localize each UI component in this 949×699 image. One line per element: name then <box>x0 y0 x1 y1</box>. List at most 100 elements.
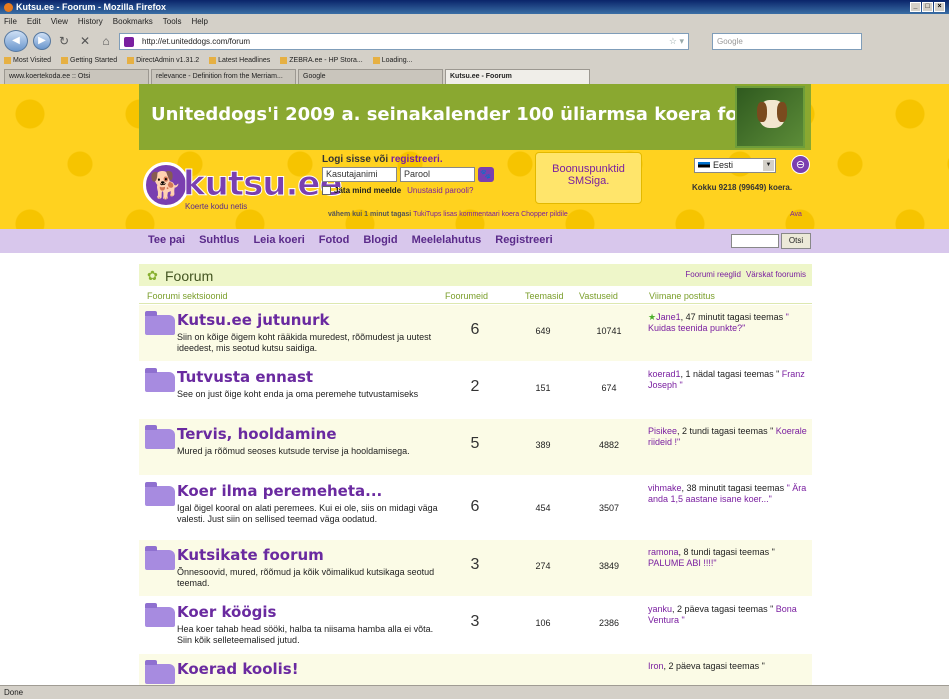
forum-name[interactable]: Kutsu.ee jutunurk <box>177 311 329 329</box>
menu-help[interactable]: Help <box>191 17 207 26</box>
forum-name[interactable]: Kutsikate foorum <box>177 546 324 564</box>
tab-koertekoda[interactable]: www.koertekoda.ee :: Otsi <box>4 69 149 84</box>
tab-google[interactable]: Google <box>298 69 443 84</box>
bookmark-item[interactable]: Getting Started <box>61 57 117 64</box>
last-post-user[interactable]: ramona <box>648 547 679 557</box>
forward-button[interactable]: ▶ <box>33 32 51 50</box>
ticker-time: vähem kui 1 minut tagasi <box>328 211 412 218</box>
tab-merriam[interactable]: relevance - Definition from the Merriam.… <box>151 69 296 84</box>
topic-count: 151 <box>535 383 551 393</box>
bookmarks-bar: Most Visited Getting Started DirectAdmin… <box>0 54 949 67</box>
forgot-password-link[interactable]: Unustasid parooli? <box>407 186 473 195</box>
web-search-input[interactable]: Google <box>712 32 862 50</box>
nav-fotod[interactable]: Fotod <box>319 234 350 246</box>
login-form: Logi sisse või registreeri. Kasutajanimi… <box>322 154 522 195</box>
web-page: Uniteddogs'i 2009 a. seinakalender 100 ü… <box>0 84 949 685</box>
bonus-points-button[interactable]: Boonuspunktid SMSiga. <box>535 152 642 204</box>
menu-bookmarks[interactable]: Bookmarks <box>113 17 153 26</box>
menu-view[interactable]: View <box>51 17 68 26</box>
url-bar[interactable]: http://et.uniteddogs.com/forum ☆ ▾ <box>119 32 689 50</box>
topic-count: 274 <box>535 561 551 571</box>
bookmark-item[interactable]: Most Visited <box>4 57 51 64</box>
reply-count: 674 <box>601 383 617 393</box>
reply-count: 10741 <box>596 326 622 336</box>
last-post-user[interactable]: Iron <box>648 661 664 671</box>
site-search-input[interactable] <box>731 234 779 248</box>
maximize-button[interactable]: □ <box>922 2 933 12</box>
folder-icon <box>145 482 175 506</box>
last-post: koerad1, 1 nädal tagasi teemas " Franz J… <box>648 369 805 390</box>
nav-blogid[interactable]: Blogid <box>363 234 397 246</box>
bookmark-item[interactable]: ZEBRA.ee - HP Stora... <box>280 57 363 64</box>
site-logo[interactable]: 🐕 kutsu.ee Koerte kodu netis <box>143 162 343 214</box>
bookmark-icon <box>4 57 11 64</box>
forum-new-link[interactable]: Värskat foorumis <box>746 270 806 279</box>
forum-count: 6 <box>470 498 480 515</box>
url-text: http://et.uniteddogs.com/forum <box>142 36 251 46</box>
last-post-user[interactable]: vihmake <box>648 483 682 493</box>
nav-registreeri[interactable]: Registreeri <box>495 234 552 246</box>
forum-column-header: Foorumi sektsioonid Foorumeid Teemasid V… <box>139 288 812 304</box>
menubar: File Edit View History Bookmarks Tools H… <box>0 14 949 28</box>
logout-icon[interactable]: ⊖ <box>791 155 810 174</box>
forum-description: See on just õige koht enda ja oma pereme… <box>177 389 419 399</box>
calendar-banner[interactable]: Uniteddogs'i 2009 a. seinakalender 100 ü… <box>139 84 811 150</box>
last-post-user[interactable]: Jane1 <box>656 312 681 322</box>
remember-label: Jäta mind meelde <box>334 186 402 195</box>
last-post-user[interactable]: koerad1 <box>648 369 681 379</box>
login-title: Logi sisse või registreeri. <box>322 154 443 165</box>
folder-icon <box>145 368 175 392</box>
forum-header: ✿ Foorum Foorumi reeglid Värskat foorumis <box>139 264 812 286</box>
site-search-button[interactable]: Otsi <box>781 233 811 249</box>
forum-count: 2 <box>470 378 480 395</box>
forum-name[interactable]: Tervis, hooldamine <box>177 425 337 443</box>
nav-leia-koeri[interactable]: Leia koeri <box>253 234 304 246</box>
activity-ticker[interactable]: vähem kui 1 minut tagasi TukiTups lisas … <box>328 211 568 218</box>
minimize-button[interactable]: _ <box>910 2 921 12</box>
nav-meelelahutus[interactable]: Meelelahutus <box>412 234 482 246</box>
reload-icon[interactable]: ↻ <box>56 33 72 49</box>
dog-count: Kokku 9218 (99649) koera. <box>692 183 793 192</box>
last-post-user[interactable]: Pisikee <box>648 426 677 436</box>
remember-checkbox[interactable] <box>322 186 331 195</box>
topic-count: 649 <box>535 326 551 336</box>
folder-icon <box>145 311 175 335</box>
nav-suhtlus[interactable]: Suhtlus <box>199 234 239 246</box>
register-link[interactable]: registreeri. <box>391 154 443 165</box>
home-icon[interactable]: ⌂ <box>98 33 114 49</box>
forum-name[interactable]: Tutvusta ennast <box>177 368 313 386</box>
bookmark-star-icon[interactable]: ☆ ▾ <box>669 36 684 47</box>
back-button[interactable]: ◀ <box>4 30 28 52</box>
bookmark-item[interactable]: Loading... <box>372 57 412 64</box>
menu-file[interactable]: File <box>4 17 17 26</box>
forum-name[interactable]: Koer ilma peremeheta... <box>177 482 382 500</box>
username-input[interactable]: Kasutajanimi <box>322 167 397 182</box>
close-window-button[interactable]: × <box>934 2 945 12</box>
forum-rules-link[interactable]: Foorumi reeglid <box>685 270 741 279</box>
last-post-topic[interactable]: PALUME ABI !!!!" <box>648 558 717 568</box>
nav-tee-pai[interactable]: Tee pai <box>148 234 185 246</box>
menu-tools[interactable]: Tools <box>163 17 182 26</box>
ticker-text: TukiTups lisas kommentaari koera Chopper… <box>413 211 568 218</box>
menu-history[interactable]: History <box>78 17 103 26</box>
menu-edit[interactable]: Edit <box>27 17 41 26</box>
language-select[interactable]: Eesti ▼ <box>694 158 776 173</box>
bookmark-item[interactable]: DirectAdmin v1.31.2 <box>127 57 199 64</box>
forum-name[interactable]: Koerad koolis! <box>177 660 299 678</box>
forum-description: Siin on kõige õigem koht rääkida muredes… <box>177 332 432 353</box>
tab-kutsu-foorum[interactable]: Kutsu.ee - Foorum <box>445 69 590 84</box>
login-paw-button[interactable]: 🐾 <box>478 167 494 182</box>
forum-row: Kutsikate foorum Õnnesoovid, mured, rõõm… <box>139 540 812 597</box>
stop-icon[interactable]: ✕ <box>77 33 93 49</box>
logo-word: kutsu.ee <box>183 164 344 205</box>
password-input[interactable]: Parool <box>400 167 475 182</box>
ava-link[interactable]: Ava <box>790 211 802 218</box>
forum-name[interactable]: Koer köögis <box>177 603 276 621</box>
topic-count: 106 <box>535 618 551 628</box>
folder-icon <box>145 425 175 449</box>
forum-description: Õnnesoovid, mured, rõõmud ja kõik võimal… <box>177 567 435 588</box>
forum-row: Koerad koolis! Iron, 2 päeva tagasi teem… <box>139 654 812 685</box>
bookmark-item[interactable]: Latest Headlines <box>209 57 270 64</box>
last-post-user[interactable]: yanku <box>648 604 672 614</box>
tab-bar: www.koertekoda.ee :: Otsi relevance - De… <box>0 67 949 84</box>
